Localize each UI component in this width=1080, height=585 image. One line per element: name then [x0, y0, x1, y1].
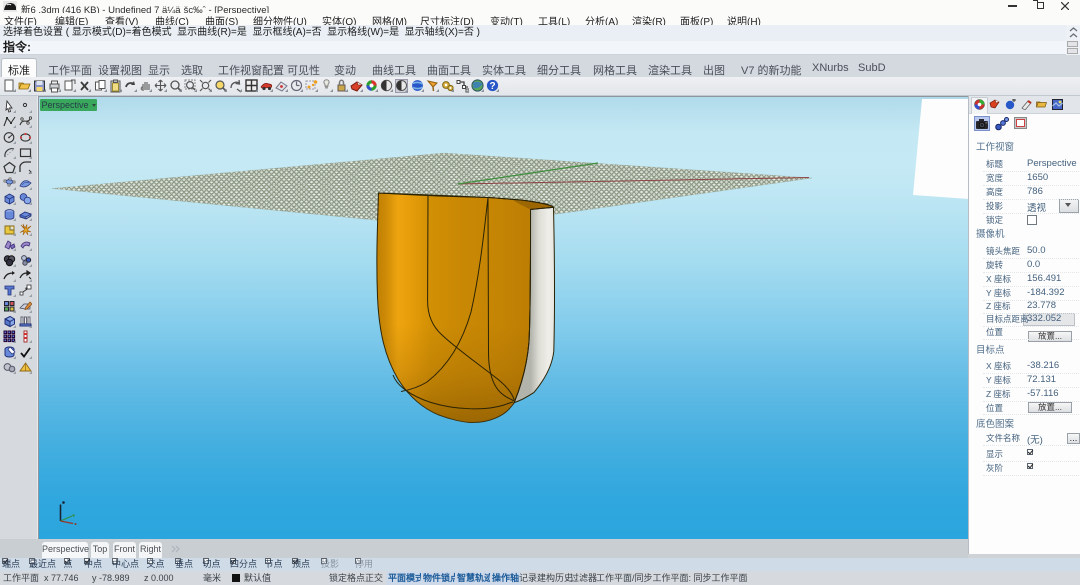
svg-text:?: ?: [489, 81, 495, 92]
